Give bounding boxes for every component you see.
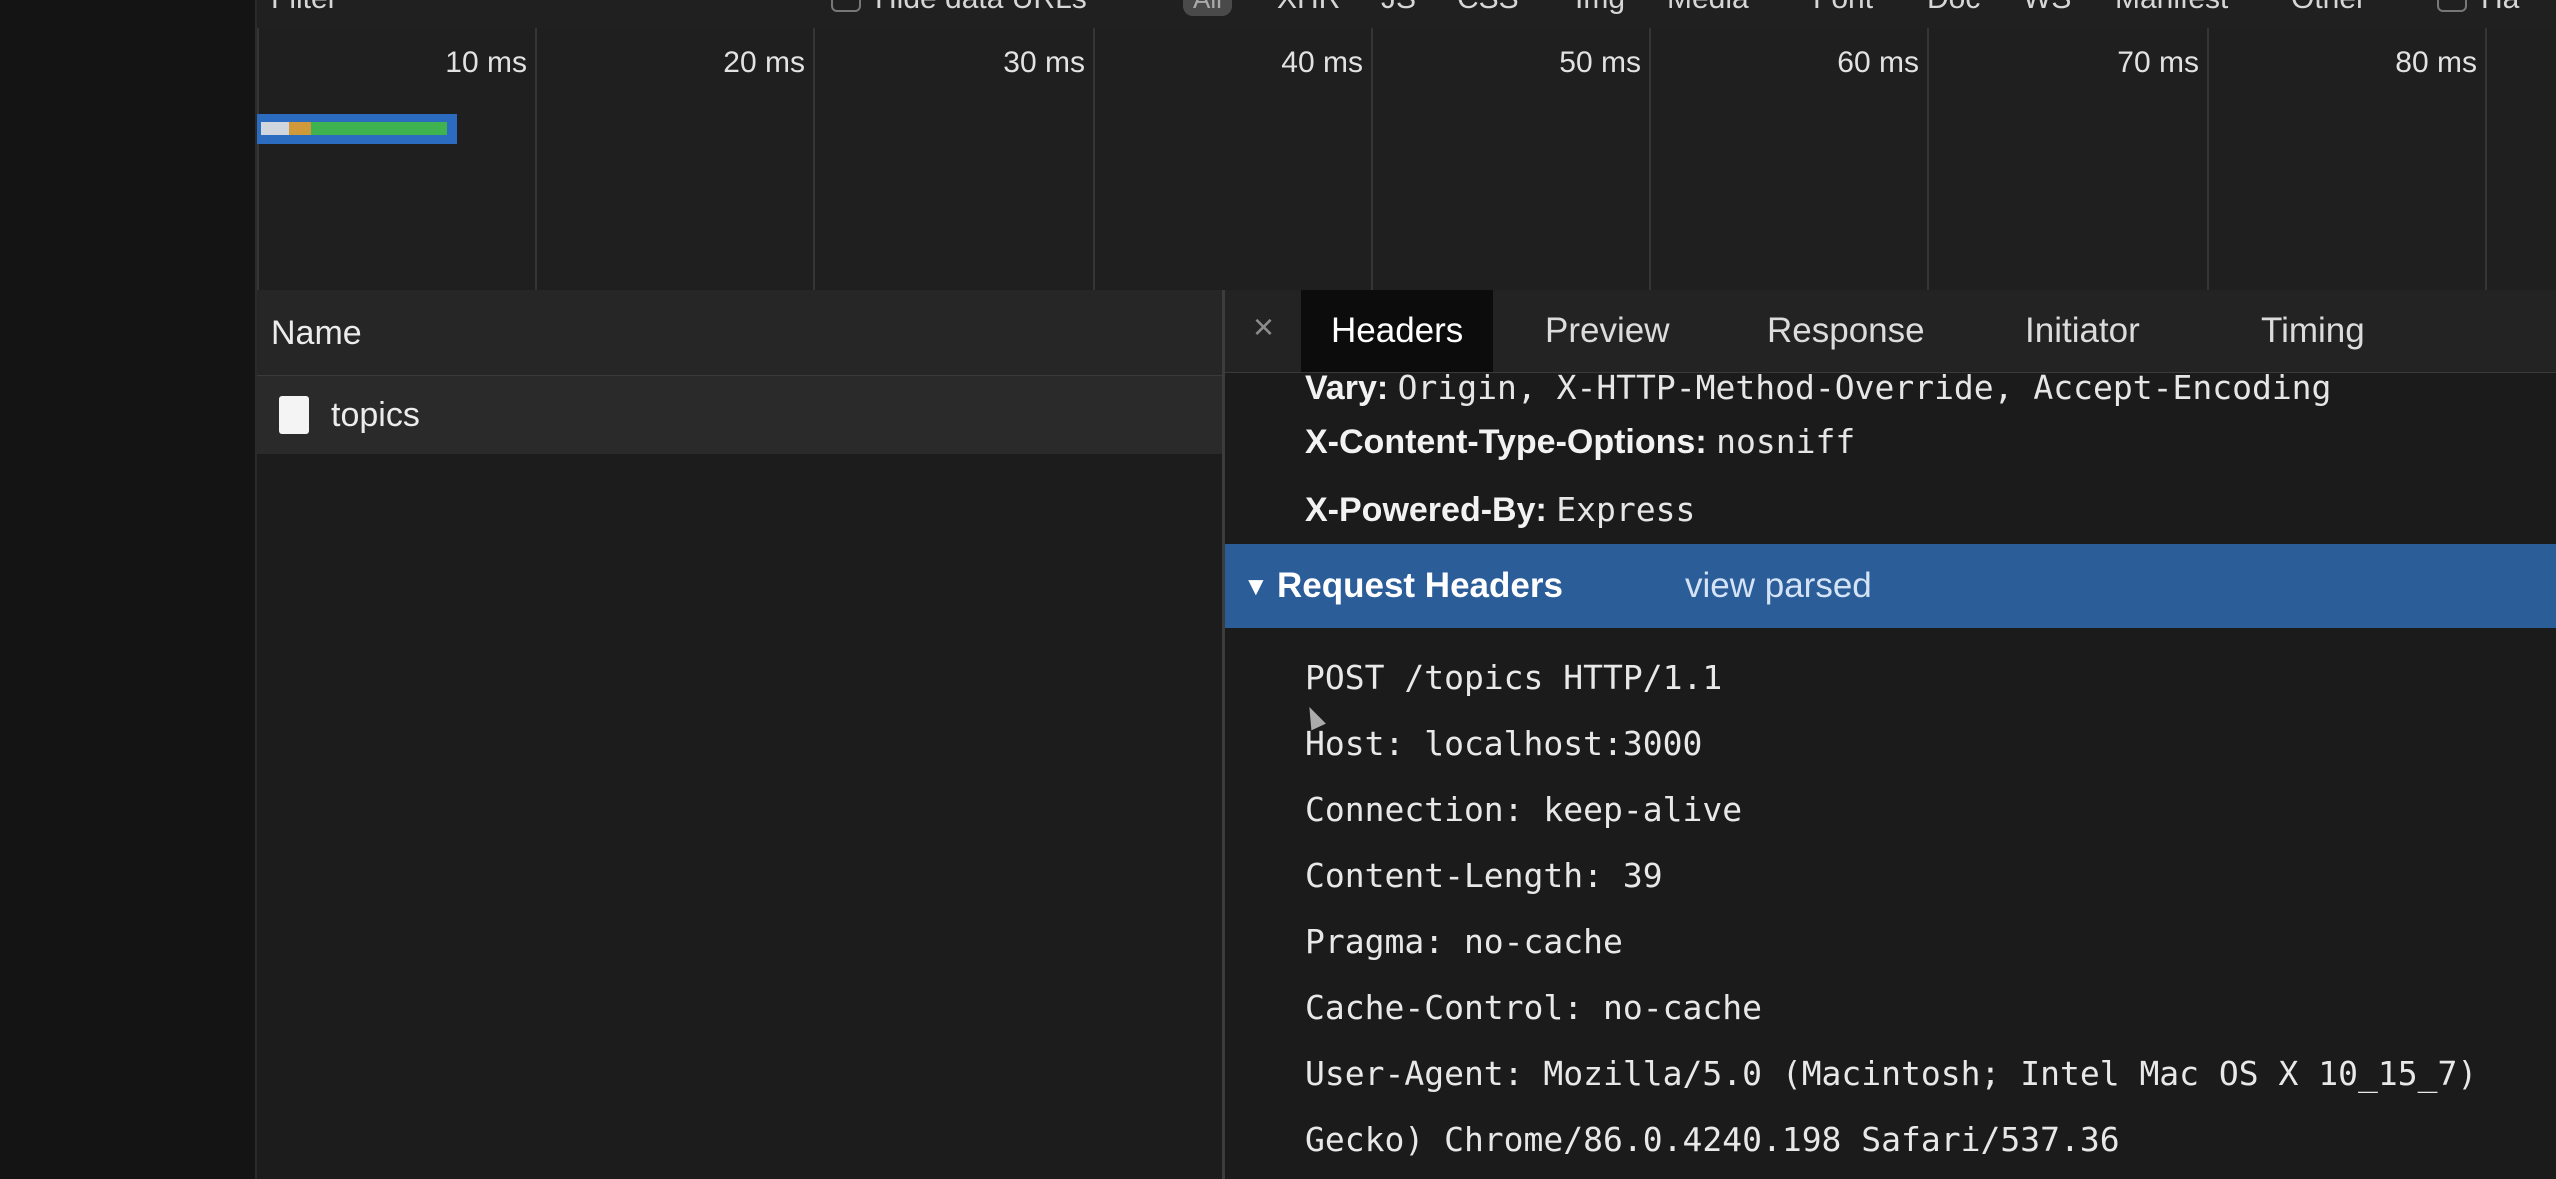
timeline-tick-label: 80 ms xyxy=(2395,46,2477,79)
has-blocked-label: Ha xyxy=(2481,0,2519,16)
response-header-line: X-Content-Type-Options: nosniff xyxy=(1305,422,1855,462)
raw-header-line: Content-Length: 39 xyxy=(1305,856,1663,895)
raw-header-line: POST /topics HTTP/1.1 xyxy=(1305,658,1723,697)
filter-all-pill[interactable]: All xyxy=(1183,0,1232,16)
view-parsed-link[interactable]: view parsed xyxy=(1685,544,1872,628)
waterfall-bar[interactable] xyxy=(257,114,457,144)
raw-header-line: User-Agent: Mozilla/5.0 (Macintosh; Inte… xyxy=(1305,1054,2478,1093)
filter-type-other[interactable]: Other xyxy=(2291,0,2366,16)
request-row-topics[interactable]: topics xyxy=(257,376,1222,454)
tab-preview[interactable]: Preview xyxy=(1515,290,1699,372)
triangle-down-icon: ▼ xyxy=(1243,571,1269,601)
filter-bar: Filter Hide data URLs All XHR JS CSS Img… xyxy=(257,0,2556,29)
header-value: nosniff xyxy=(1716,422,1856,461)
close-icon[interactable]: × xyxy=(1253,306,1274,348)
filter-type-manifest[interactable]: Manifest xyxy=(2115,0,2228,16)
header-key: Vary: xyxy=(1305,372,1389,407)
headers-content: Vary: Origin, X-HTTP-Method-Override, Ac… xyxy=(1225,372,2556,1179)
timeline-tick-label: 50 ms xyxy=(1559,46,1641,79)
timeline-gridline xyxy=(813,28,815,290)
request-name: topics xyxy=(331,396,420,434)
document-icon xyxy=(279,396,309,434)
response-header-line: Vary: Origin, X-HTTP-Method-Override, Ac… xyxy=(1305,372,2331,408)
raw-header-line: Connection: keep-alive xyxy=(1305,790,1743,829)
timeline-tick-label: 60 ms xyxy=(1837,46,1919,79)
tab-response[interactable]: Response xyxy=(1737,290,1955,372)
hide-data-urls-label: Hide data URLs xyxy=(875,0,1087,16)
details-tab-bar: × Headers Preview Response Initiator Tim… xyxy=(1225,290,2556,373)
timeline-tick-label: 20 ms xyxy=(723,46,805,79)
timeline-overview[interactable]: 10 ms 20 ms 30 ms 40 ms 50 ms 60 ms 70 m… xyxy=(257,28,2556,292)
waterfall-download-segment xyxy=(311,122,447,135)
tab-headers[interactable]: Headers xyxy=(1301,290,1494,372)
timeline-gridline xyxy=(257,28,259,290)
waterfall-wait-segment xyxy=(289,122,311,135)
timeline-gridline xyxy=(1371,28,1373,290)
response-header-line: X-Powered-By: Express xyxy=(1305,490,1695,530)
timeline-tick-label: 40 ms xyxy=(1281,46,1363,79)
devtools-network-panel: Filter Hide data URLs All XHR JS CSS Img… xyxy=(0,0,2556,1179)
timeline-gridline xyxy=(1649,28,1651,290)
left-gutter xyxy=(0,0,255,1179)
request-list: Name topics xyxy=(257,290,1222,1179)
request-headers-section-header[interactable]: ▼ Request Headers view parsed xyxy=(1225,544,2556,628)
timeline-gridline xyxy=(2207,28,2209,290)
raw-header-line: Cache-Control: no-cache xyxy=(1305,988,1762,1027)
timeline-tick-label: 10 ms xyxy=(445,46,527,79)
filter-type-ws[interactable]: WS xyxy=(2023,0,2071,16)
name-column-header[interactable]: Name xyxy=(257,290,1222,376)
tab-initiator[interactable]: Initiator xyxy=(1995,290,2170,372)
filter-type-media[interactable]: Media xyxy=(1667,0,1749,16)
hide-data-urls-checkbox[interactable] xyxy=(831,0,861,12)
raw-header-line: Pragma: no-cache xyxy=(1305,922,1623,961)
filter-type-css[interactable]: CSS xyxy=(1457,0,1519,16)
filter-label: Filter xyxy=(271,0,338,16)
header-key: X-Powered-By: xyxy=(1305,491,1547,529)
section-title: Request Headers xyxy=(1277,566,1563,605)
timeline-gridline xyxy=(1093,28,1095,290)
timeline-gridline xyxy=(2485,28,2487,290)
timeline-tick-label: 30 ms xyxy=(1003,46,1085,79)
raw-header-line: Gecko) Chrome/86.0.4240.198 Safari/537.3… xyxy=(1305,1120,2120,1159)
filter-type-font[interactable]: Font xyxy=(1813,0,1873,16)
filter-type-xhr[interactable]: XHR xyxy=(1277,0,1340,16)
filter-type-img[interactable]: Img xyxy=(1575,0,1625,16)
timeline-gridline xyxy=(1927,28,1929,290)
timeline-tick-label: 70 ms xyxy=(2117,46,2199,79)
has-blocked-checkbox[interactable] xyxy=(2437,0,2467,12)
header-key: X-Content-Type-Options: xyxy=(1305,423,1707,461)
header-value: Express xyxy=(1556,490,1696,529)
tab-timing[interactable]: Timing xyxy=(2231,290,2395,372)
waterfall-queue-segment xyxy=(261,122,289,135)
raw-header-line: Host: localhost:3000 xyxy=(1305,724,1703,763)
filter-type-doc[interactable]: Doc xyxy=(1927,0,1980,16)
filter-type-js[interactable]: JS xyxy=(1381,0,1416,16)
timeline-gridline xyxy=(535,28,537,290)
header-value: Origin, X-HTTP-Method-Override, Accept-E… xyxy=(1397,372,2332,407)
request-details-panel: × Headers Preview Response Initiator Tim… xyxy=(1225,290,2556,1179)
